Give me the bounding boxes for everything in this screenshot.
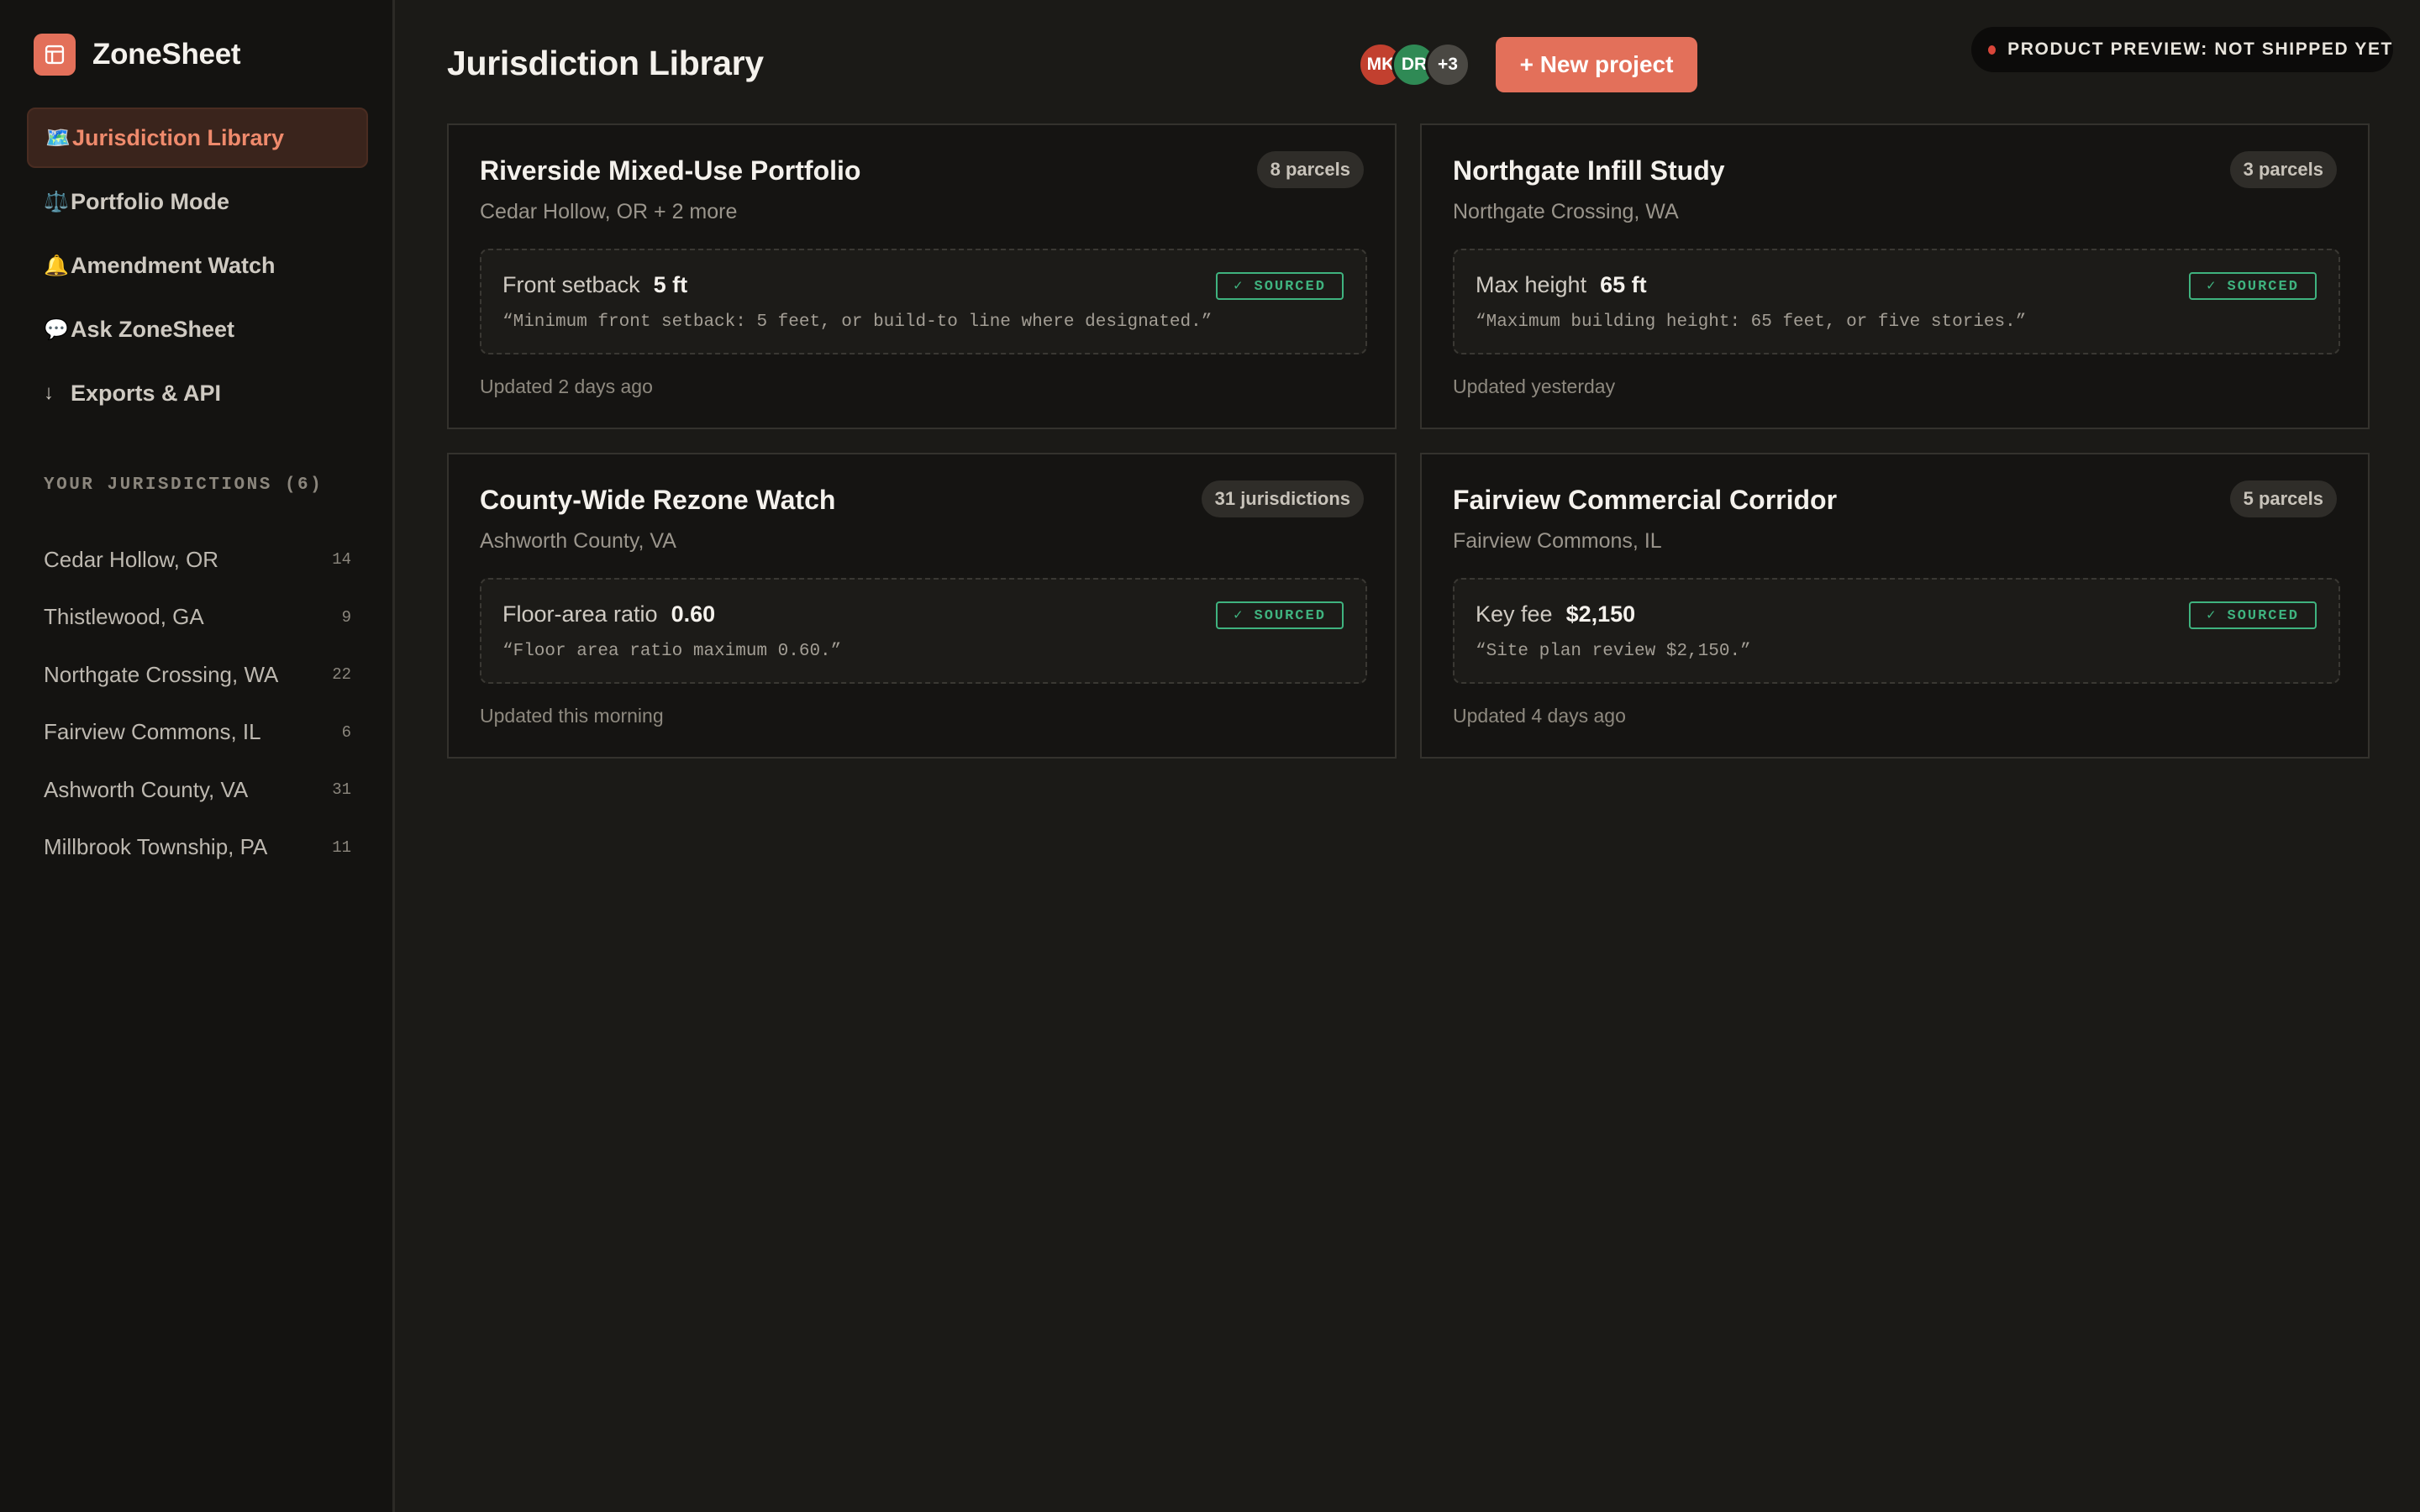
count-badge: 5 parcels <box>2229 480 2337 517</box>
preview-badge-text: PRODUCT PREVIEW: NOT SHIPPED YET <box>2007 39 2393 59</box>
project-location: Northgate Crossing, WA <box>1453 200 1679 223</box>
sourced-badge[interactable]: ✓ SOURCED <box>2189 601 2317 629</box>
fact-value: 65 ft <box>1600 272 1647 297</box>
project-location: Ashworth County, VA <box>480 529 676 553</box>
jurisdiction-name: Fairview Commons, IL <box>44 719 261 745</box>
jurisdiction-item[interactable]: Millbrook Township, PA 11 <box>44 819 351 877</box>
nav-item-label: Amendment Watch <box>71 252 276 278</box>
map-icon: 🗺️ <box>45 126 71 150</box>
jurisdiction-count: 11 <box>332 837 351 857</box>
jurisdiction-name: Thistlewood, GA <box>44 604 204 630</box>
fact-label-row: Floor-area ratio 0.60 <box>502 601 715 627</box>
project-location: Fairview Commons, IL <box>1453 529 1662 553</box>
project-card[interactable]: Fairview Commercial Corridor Fairview Co… <box>1420 453 2370 759</box>
jurisdiction-name: Millbrook Township, PA <box>44 834 268 860</box>
main-nav: 🗺️ Jurisdiction Library ⚖️ Portfolio Mod… <box>27 108 368 427</box>
project-location: Cedar Hollow, OR + 2 more <box>480 200 738 223</box>
project-title: Riverside Mixed-Use Portfolio <box>480 155 861 186</box>
nav-item-exports-api[interactable]: ↓ Exports & API <box>27 363 368 423</box>
project-title: Northgate Infill Study <box>1453 155 1725 186</box>
fact-label: Front setback <box>502 272 640 297</box>
jurisdiction-count: 31 <box>332 780 351 800</box>
app-name: ZoneSheet <box>92 38 241 71</box>
jurisdiction-item[interactable]: Thistlewood, GA 9 <box>44 589 351 647</box>
fact-label-row: Max height 65 ft <box>1476 272 1647 298</box>
nav-item-label: Ask ZoneSheet <box>71 316 235 342</box>
jurisdiction-name: Northgate Crossing, WA <box>44 661 279 687</box>
source-quote: “Minimum front setback: 5 feet, or build… <box>502 312 1213 332</box>
jurisdiction-item[interactable]: Cedar Hollow, OR 14 <box>44 531 351 589</box>
fact-value: 5 ft <box>653 272 688 297</box>
new-project-button[interactable]: + New project <box>1496 37 1697 92</box>
sourced-badge[interactable]: ✓ SOURCED <box>1216 601 1344 629</box>
sidebar: ZoneSheet 🗺️ Jurisdiction Library ⚖️ Por… <box>0 0 395 1512</box>
fact-label: Floor-area ratio <box>502 601 658 627</box>
jurisdiction-list: Cedar Hollow, OR 14 Thistlewood, GA 9 No… <box>44 531 351 876</box>
nav-item-ask-zonesheet[interactable]: 💬 Ask ZoneSheet <box>27 299 368 360</box>
fact-value: $2,150 <box>1565 601 1636 627</box>
status-dot-icon <box>1988 45 1996 55</box>
source-quote: “Site plan review $2,150.” <box>1476 642 1751 661</box>
fact-label: Max height <box>1476 272 1587 297</box>
project-title: County-Wide Rezone Watch <box>480 485 836 515</box>
updated-timestamp: Updated yesterday <box>1453 375 1616 397</box>
more-collaborators-avatar[interactable]: +3 <box>1425 42 1470 87</box>
fact-value: 0.60 <box>671 601 716 627</box>
fact-label: Key fee <box>1476 601 1553 627</box>
project-card[interactable]: Riverside Mixed-Use Portfolio Cedar Holl… <box>447 123 1397 429</box>
jurisdiction-count: 22 <box>332 665 351 685</box>
fact-label-row: Key fee $2,150 <box>1476 601 1635 627</box>
speech-bubble-icon: 💬 <box>44 318 69 341</box>
scales-icon: ⚖️ <box>44 190 69 213</box>
source-quote: “Maximum building height: 65 feet, or fi… <box>1476 312 2027 332</box>
nav-item-amendment-watch[interactable]: 🔔 Amendment Watch <box>27 235 368 296</box>
nav-item-label: Jurisdiction Library <box>72 124 285 150</box>
jurisdictions-section-title: YOUR JURISDICTIONS (6) <box>44 475 324 495</box>
source-quote: “Floor area ratio maximum 0.60.” <box>502 642 842 661</box>
key-fact: Floor-area ratio 0.60 ✓ SOURCED “Floor ar… <box>480 578 1367 684</box>
brand[interactable]: ZoneSheet <box>34 34 241 76</box>
key-fact: Front setback 5 ft ✓ SOURCED “Minimum fro… <box>480 249 1367 354</box>
page-title: Jurisdiction Library <box>447 44 764 82</box>
key-fact: Key fee $2,150 ✓ SOURCED “Site plan revie… <box>1453 578 2340 684</box>
project-card[interactable]: Northgate Infill Study Northgate Crossin… <box>1420 123 2370 429</box>
project-card[interactable]: County-Wide Rezone Watch Ashworth County… <box>447 453 1397 759</box>
count-badge: 31 jurisdictions <box>1201 480 1364 517</box>
jurisdiction-item[interactable]: Fairview Commons, IL 6 <box>44 704 351 762</box>
zonesheet-logo-icon <box>34 34 76 76</box>
project-title: Fairview Commercial Corridor <box>1453 485 1838 515</box>
fact-label-row: Front setback 5 ft <box>502 272 687 298</box>
count-badge: 8 parcels <box>1256 151 1364 188</box>
nav-item-portfolio-mode[interactable]: ⚖️ Portfolio Mode <box>27 171 368 232</box>
count-badge: 3 parcels <box>2229 151 2337 188</box>
jurisdiction-item[interactable]: Ashworth County, VA 31 <box>44 761 351 819</box>
nav-item-jurisdiction-library[interactable]: 🗺️ Jurisdiction Library <box>27 108 368 168</box>
sourced-badge[interactable]: ✓ SOURCED <box>1216 272 1344 300</box>
jurisdiction-count: 9 <box>341 607 351 627</box>
download-arrow-icon: ↓ <box>44 381 54 404</box>
jurisdiction-count: 6 <box>341 722 351 742</box>
nav-item-label: Portfolio Mode <box>71 188 229 214</box>
updated-timestamp: Updated 2 days ago <box>480 375 653 397</box>
app-window: ZoneSheet 🗺️ Jurisdiction Library ⚖️ Por… <box>0 0 2420 1512</box>
key-fact: Max height 65 ft ✓ SOURCED “Maximum build… <box>1453 249 2340 354</box>
updated-timestamp: Updated this morning <box>480 705 664 727</box>
updated-timestamp: Updated 4 days ago <box>1453 705 1626 727</box>
nav-item-label: Exports & API <box>71 380 222 406</box>
jurisdiction-name: Cedar Hollow, OR <box>44 546 219 572</box>
product-preview-badge: PRODUCT PREVIEW: NOT SHIPPED YET <box>1971 27 2393 72</box>
collaborator-avatars[interactable]: MK DR +3 <box>1358 42 1470 87</box>
jurisdiction-count: 14 <box>332 550 351 570</box>
jurisdiction-item[interactable]: Northgate Crossing, WA 22 <box>44 646 351 704</box>
jurisdiction-name: Ashworth County, VA <box>44 776 249 802</box>
sourced-badge[interactable]: ✓ SOURCED <box>2189 272 2317 300</box>
bell-icon: 🔔 <box>44 254 69 277</box>
